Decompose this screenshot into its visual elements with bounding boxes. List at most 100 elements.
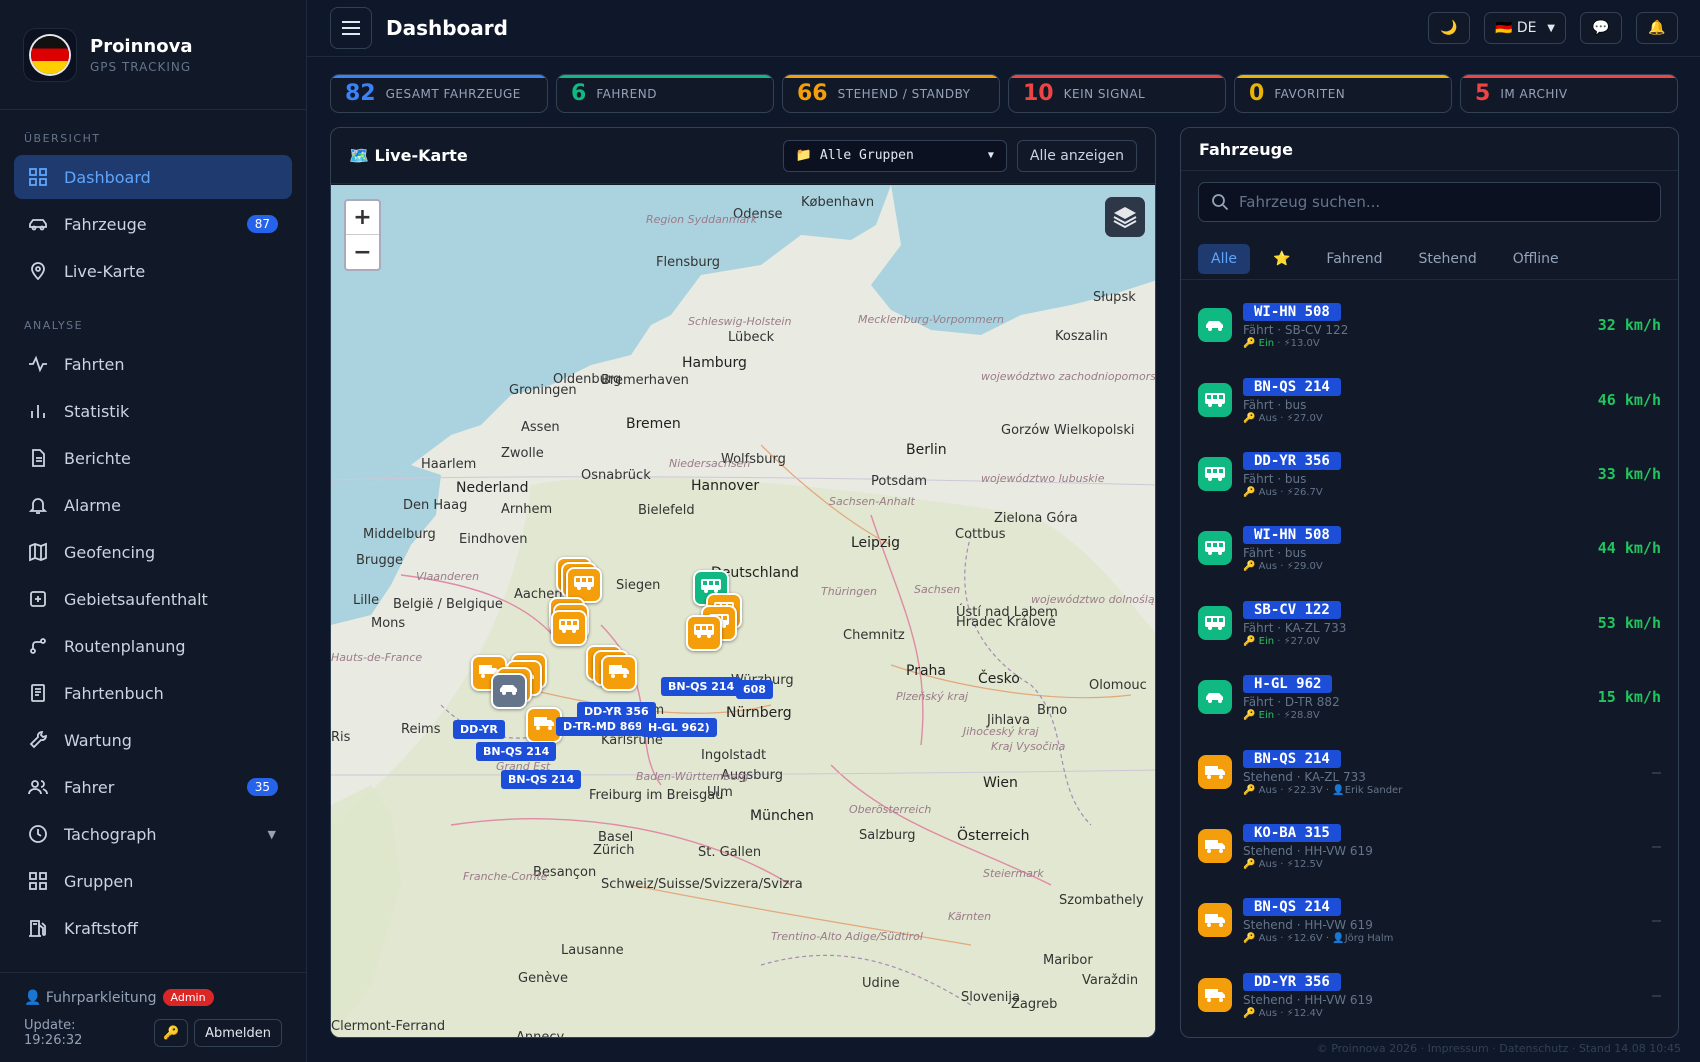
key-button[interactable]: 🔑 <box>154 1019 189 1047</box>
vehicle-list-item[interactable]: BN-QS 214 Stehend · KA-ZL 733 🔑 Aus · ⚡22.… <box>1198 734 1661 808</box>
key-icon: 🔑 <box>1243 858 1256 870</box>
chat-button[interactable]: 💬 <box>1580 12 1622 44</box>
map-vehicle-marker[interactable] <box>491 673 527 709</box>
vehicle-list-item[interactable]: DD-YR 356 Stehend · HH-VW 619 🔑 Aus · ⚡12.… <box>1198 958 1661 1032</box>
german-flag-icon <box>31 35 69 74</box>
notifications-button[interactable]: 🔔 <box>1636 12 1678 44</box>
fahrzeuge-icon <box>28 214 48 234</box>
show-all-button[interactable]: Alle anzeigen <box>1016 139 1137 172</box>
group-select[interactable]: 📁 Alle Gruppen ▼ <box>782 139 1007 172</box>
stat-card[interactable]: 0 FAVORITEN <box>1234 74 1452 113</box>
map-vehicle-label[interactable]: BN-QS 214 <box>476 742 557 761</box>
sidebar-item-tachograph[interactable]: Tachograph ▼ <box>14 812 292 856</box>
map-vehicle-label[interactable]: BN-QS 214 <box>501 770 582 789</box>
bus-icon <box>1198 605 1232 640</box>
sidebar-item-live-karte[interactable]: Live-Karte <box>14 249 292 293</box>
vehicle-list-item[interactable]: SB-CV 122 Fährt · KA-ZL 733 🔑 Ein · ⚡27.0V… <box>1198 586 1661 660</box>
stat-card[interactable]: 5 IM ARCHIV <box>1460 74 1678 113</box>
map-city-label: Česko <box>978 671 1020 687</box>
sidebar-item-fahrten[interactable]: Fahrten <box>14 342 292 386</box>
search-icon <box>1212 194 1229 211</box>
voltage: ⚡29.0V <box>1286 561 1323 573</box>
sidebar-item-statistik[interactable]: Statistik <box>14 389 292 433</box>
vehicle-speed: – <box>1651 911 1661 930</box>
sidebar-item-wartung[interactable]: Wartung <box>14 718 292 762</box>
sidebar-item-label: Fahrzeuge <box>64 214 147 234</box>
stat-card[interactable]: 66 STEHEND / STANDBY <box>782 74 1000 113</box>
menu-toggle-button[interactable] <box>330 7 372 49</box>
filter-tab-offline[interactable]: Offline <box>1500 244 1572 274</box>
sidebar-item-gruppen[interactable]: Gruppen <box>14 859 292 903</box>
kraftstoff-icon <box>28 918 48 938</box>
map-city-label: Wien <box>983 775 1018 791</box>
map-vehicle-label[interactable]: H-GL 962) <box>641 718 717 737</box>
vehicle-list-item[interactable]: WI-HN 508 Fährt · SB-CV 122 🔑 Ein · ⚡13.0V… <box>1198 288 1661 362</box>
zoom-in-button[interactable]: + <box>346 201 379 235</box>
vehicle-plate: BN-QS 214 <box>1243 377 1341 396</box>
sidebar-item-fahrtenbuch[interactable]: Fahrtenbuch <box>14 671 292 715</box>
filter-tab-alle[interactable]: Alle <box>1198 243 1250 274</box>
map-region-label: Kraj Vysočina <box>991 740 1066 753</box>
key-icon: 🔑 <box>1243 635 1256 647</box>
page-title: Dashboard <box>386 16 508 40</box>
stat-card[interactable]: 6 FAHREND <box>556 74 774 113</box>
map-vehicle-marker[interactable] <box>686 615 722 651</box>
sidebar-item-fahrzeuge[interactable]: Fahrzeuge 87 <box>14 202 292 246</box>
filter-tab-fahrend[interactable]: Fahrend <box>1313 244 1395 274</box>
map-city-label: Hannover <box>691 478 760 494</box>
map-city-label: Lausanne <box>561 943 624 958</box>
vehicle-list-item[interactable]: H-GL 962 Fährt · D-TR 882 🔑 Ein · ⚡28.8V 15… <box>1198 660 1661 734</box>
map-vehicle-label[interactable]: DD-YR <box>453 720 505 739</box>
map-region-label: Franche-Comté <box>463 870 548 883</box>
filter-tab-stehend[interactable]: Stehend <box>1405 244 1489 274</box>
map-vehicle-marker[interactable] <box>601 655 637 691</box>
expand-caret-icon[interactable]: ▼ <box>268 828 276 841</box>
ignition-status: Aus <box>1258 784 1278 796</box>
sidebar-item-dashboard[interactable]: Dashboard <box>14 155 292 199</box>
voltage: ⚡27.0V <box>1286 412 1323 424</box>
sidebar-item-fahrer[interactable]: Fahrer 35 <box>14 765 292 809</box>
statistik-icon <box>28 401 48 421</box>
map-city-label: Olomouc <box>1089 678 1147 693</box>
filter-favorites-tab[interactable]: ⭐ <box>1260 244 1303 274</box>
sidebar-item-geofencing[interactable]: Geofencing <box>14 530 292 574</box>
map-vehicle-label[interactable]: 608 <box>736 680 773 699</box>
sidebar-item-label: Gebietsaufenthalt <box>64 589 208 609</box>
vehicle-list-item[interactable]: WI-HN 508 Fährt · bus 🔑 Aus · ⚡29.0V 44 km/… <box>1198 511 1661 585</box>
sidebar-item-kraftstoff[interactable]: Kraftstoff <box>14 906 292 950</box>
logout-button[interactable]: Abmelden <box>194 1019 282 1047</box>
stat-card[interactable]: 10 KEIN SIGNAL <box>1008 74 1226 113</box>
layers-button[interactable] <box>1105 197 1145 237</box>
stat-number: 5 <box>1475 81 1491 106</box>
brand[interactable]: Proinnova GPS TRACKING <box>0 0 306 110</box>
theme-toggle-button[interactable]: 🌙 <box>1428 12 1470 44</box>
sidebar-item-alarme[interactable]: Alarme <box>14 483 292 527</box>
zoom-out-button[interactable]: − <box>346 235 379 269</box>
vehicle-search-input[interactable] <box>1239 193 1639 211</box>
map-canvas[interactable]: København Odense Flensburg Lübeck Hamburg Bre… <box>331 185 1155 1037</box>
ignition-status: Aus <box>1258 486 1278 498</box>
vehicle-speed: – <box>1651 836 1661 855</box>
map-region-label: Hauts-de-France <box>331 651 423 664</box>
hamburger-icon <box>342 21 360 35</box>
language-select[interactable]: 🇩🇪 DE ▼ <box>1484 12 1566 44</box>
sidebar-item-berichte[interactable]: Berichte <box>14 436 292 480</box>
map-city-label: Varaždin <box>1082 973 1139 988</box>
map-vehicle-label[interactable]: BN-QS 214 <box>661 677 742 696</box>
vehicle-plate: WI-HN 508 <box>1243 526 1341 545</box>
stat-card[interactable]: 82 GESAMT FAHRZEUGE <box>330 74 548 113</box>
car-icon <box>1198 680 1232 715</box>
map-vehicle-marker[interactable] <box>551 610 587 646</box>
vehicle-list-item[interactable]: DD-YR 356 Fährt · bus 🔑 Aus · ⚡26.7V 33 km/… <box>1198 437 1661 511</box>
map-city-label: Arnhem <box>501 502 553 517</box>
vehicle-speed: 33 km/h <box>1597 464 1661 483</box>
map-city-label: Zielona Góra <box>994 511 1078 526</box>
vehicle-list-item[interactable]: BN-QS 214 Fährt · bus 🔑 Aus · ⚡27.0V 46 km/… <box>1198 362 1661 436</box>
sidebar-item-gebietsaufenthalt[interactable]: Gebietsaufenthalt <box>14 577 292 621</box>
sidebar-item-label: Geofencing <box>64 542 156 562</box>
vehicle-meta: 🔑 Ein · ⚡27.0V <box>1243 635 1320 647</box>
sidebar-item-label: Fahrtenbuch <box>64 683 164 703</box>
vehicle-list-item[interactable]: KO-BA 315 Stehend · HH-VW 619 🔑 Aus · ⚡12.… <box>1198 809 1661 883</box>
sidebar-item-routenplanung[interactable]: Routenplanung <box>14 624 292 668</box>
vehicle-list-item[interactable]: BN-QS 214 Stehend · HH-VW 619 🔑 Aus · ⚡12.… <box>1198 883 1661 957</box>
